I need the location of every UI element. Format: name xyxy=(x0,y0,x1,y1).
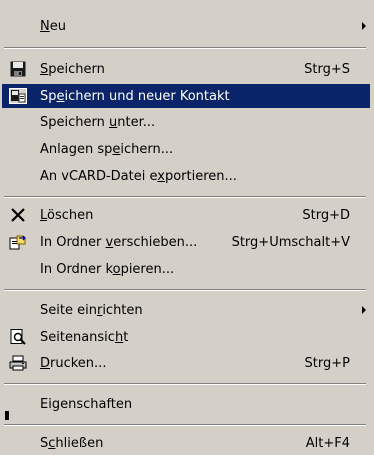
menu-item-label: Neu xyxy=(40,18,66,34)
menu-item-label: Drucken... xyxy=(40,355,107,371)
shortcut-label: Strg+Umschalt+V xyxy=(231,234,350,250)
submenu-arrow-icon xyxy=(362,306,366,314)
menu-item-label: Speichern und neuer Kontakt xyxy=(40,88,230,104)
menu-item-label: Speichern unter... xyxy=(40,114,156,130)
menu-item-label: Eigenschaften xyxy=(40,396,133,412)
menu-item-seite-einrichten[interactable]: Seite einrichten xyxy=(2,298,370,322)
cursor-marker xyxy=(5,411,9,420)
menu-item-label: In Ordner kopieren... xyxy=(40,261,175,277)
menu-item-speichern-unter[interactable]: Speichern unter... xyxy=(2,110,370,134)
menu-separator xyxy=(4,47,366,49)
print-preview-icon xyxy=(9,328,27,346)
menu-item-label: An vCARD-Datei exportieren... xyxy=(40,168,237,184)
menu-item-anlagen-speichern[interactable]: Anlagen speichern... xyxy=(2,137,370,161)
menu-separator xyxy=(4,424,366,426)
context-menu: Neu Speichern Strg+S Speichern und neuer… xyxy=(0,0,374,455)
save-new-contact-icon xyxy=(9,87,27,105)
menu-item-label: Speichern xyxy=(40,61,105,77)
save-icon xyxy=(9,60,27,78)
menu-item-label: Löschen xyxy=(40,207,94,223)
move-to-folder-icon xyxy=(9,233,27,251)
menu-item-drucken[interactable]: Drucken... Strg+P xyxy=(2,351,370,375)
menu-separator xyxy=(4,196,366,198)
menu-item-label: In Ordner verschieben... xyxy=(40,234,198,250)
menu-item-eigenschaften[interactable]: Eigenschaften xyxy=(2,392,370,416)
menu-item-speichern[interactable]: Speichern Strg+S xyxy=(2,57,370,81)
shortcut-label: Strg+P xyxy=(304,355,350,371)
shortcut-label: Strg+S xyxy=(304,61,350,77)
menu-item-speichern-und-neuer-kontakt[interactable]: Speichern und neuer Kontakt xyxy=(2,84,370,108)
menu-separator xyxy=(4,383,366,385)
menu-item-label: Anlagen speichern... xyxy=(40,141,174,157)
menu-item-label: Seite einrichten xyxy=(40,302,143,318)
shortcut-label: Alt+F4 xyxy=(305,435,350,451)
menu-item-in-ordner-kopieren[interactable]: In Ordner kopieren... xyxy=(2,257,370,281)
submenu-arrow-icon xyxy=(362,22,366,30)
menu-separator xyxy=(4,289,366,291)
delete-x-icon xyxy=(9,206,27,224)
menu-item-label: Schließen xyxy=(40,435,104,451)
menu-item-in-ordner-verschieben[interactable]: In Ordner verschieben... Strg+Umschalt+V xyxy=(2,230,370,254)
menu-item-seitenansicht[interactable]: Seitenansicht xyxy=(2,325,370,349)
printer-icon xyxy=(9,354,27,372)
menu-item-label: Seitenansicht xyxy=(40,329,129,345)
menu-item-loeschen[interactable]: Löschen Strg+D xyxy=(2,203,370,227)
menu-item-neu[interactable]: Neu xyxy=(2,14,370,38)
menu-item-vcard-exportieren[interactable]: An vCARD-Datei exportieren... xyxy=(2,164,370,188)
shortcut-label: Strg+D xyxy=(302,207,350,223)
menu-item-schliessen[interactable]: Schließen Alt+F4 xyxy=(2,431,370,455)
